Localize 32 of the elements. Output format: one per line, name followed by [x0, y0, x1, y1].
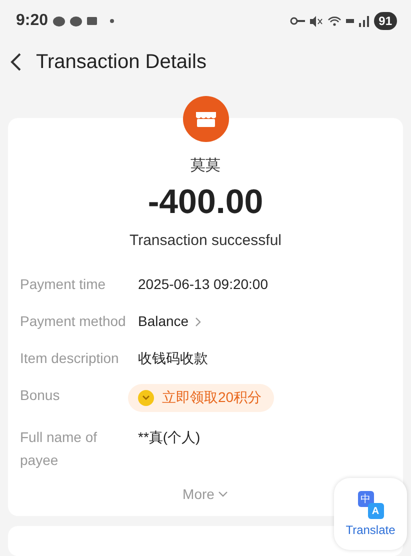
bonus-button[interactable]: 立即领取20积分 — [128, 384, 274, 412]
chat-bubble-icon — [70, 16, 82, 26]
translate-label: Translate — [346, 523, 396, 537]
detail-label: Full name of payee — [20, 428, 98, 470]
merchant-name: 莫莫 — [190, 156, 220, 175]
signal-icon — [358, 16, 369, 26]
mute-icon — [310, 16, 323, 26]
detail-label: Item description — [20, 349, 120, 368]
chat-bubble-icon — [53, 16, 66, 26]
back-icon[interactable] — [10, 52, 22, 72]
coin-icon — [138, 390, 154, 406]
translate-source-glyph: 中 — [358, 491, 374, 507]
key-icon — [290, 17, 305, 25]
chevron-icon — [192, 316, 203, 326]
detail-value: 收钱码收款 — [138, 349, 209, 368]
detail-value: **真(个人) — [138, 428, 202, 447]
translate-button[interactable]: 中 A Translate — [334, 478, 407, 550]
detail-value: 2025-06-13 09:20:00 — [138, 275, 269, 294]
voicemail-icon — [87, 17, 98, 25]
more-button[interactable]: More — [182, 486, 228, 502]
payment-method-link[interactable]: Balance — [138, 310, 203, 333]
page-title: Transaction Details — [36, 50, 206, 74]
dot-icon — [110, 19, 114, 23]
status-time: 9:20 — [16, 12, 48, 30]
detail-label: Bonus — [20, 386, 61, 405]
transaction-status: Transaction successful — [129, 232, 282, 249]
battery-level: 91 — [374, 12, 397, 30]
detail-label: Payment time — [20, 275, 107, 294]
detail-label: Payment method — [20, 312, 127, 331]
wifi-icon — [328, 16, 341, 26]
transaction-amount: -400.00 — [148, 183, 264, 222]
translate-target-glyph: A — [368, 503, 384, 519]
